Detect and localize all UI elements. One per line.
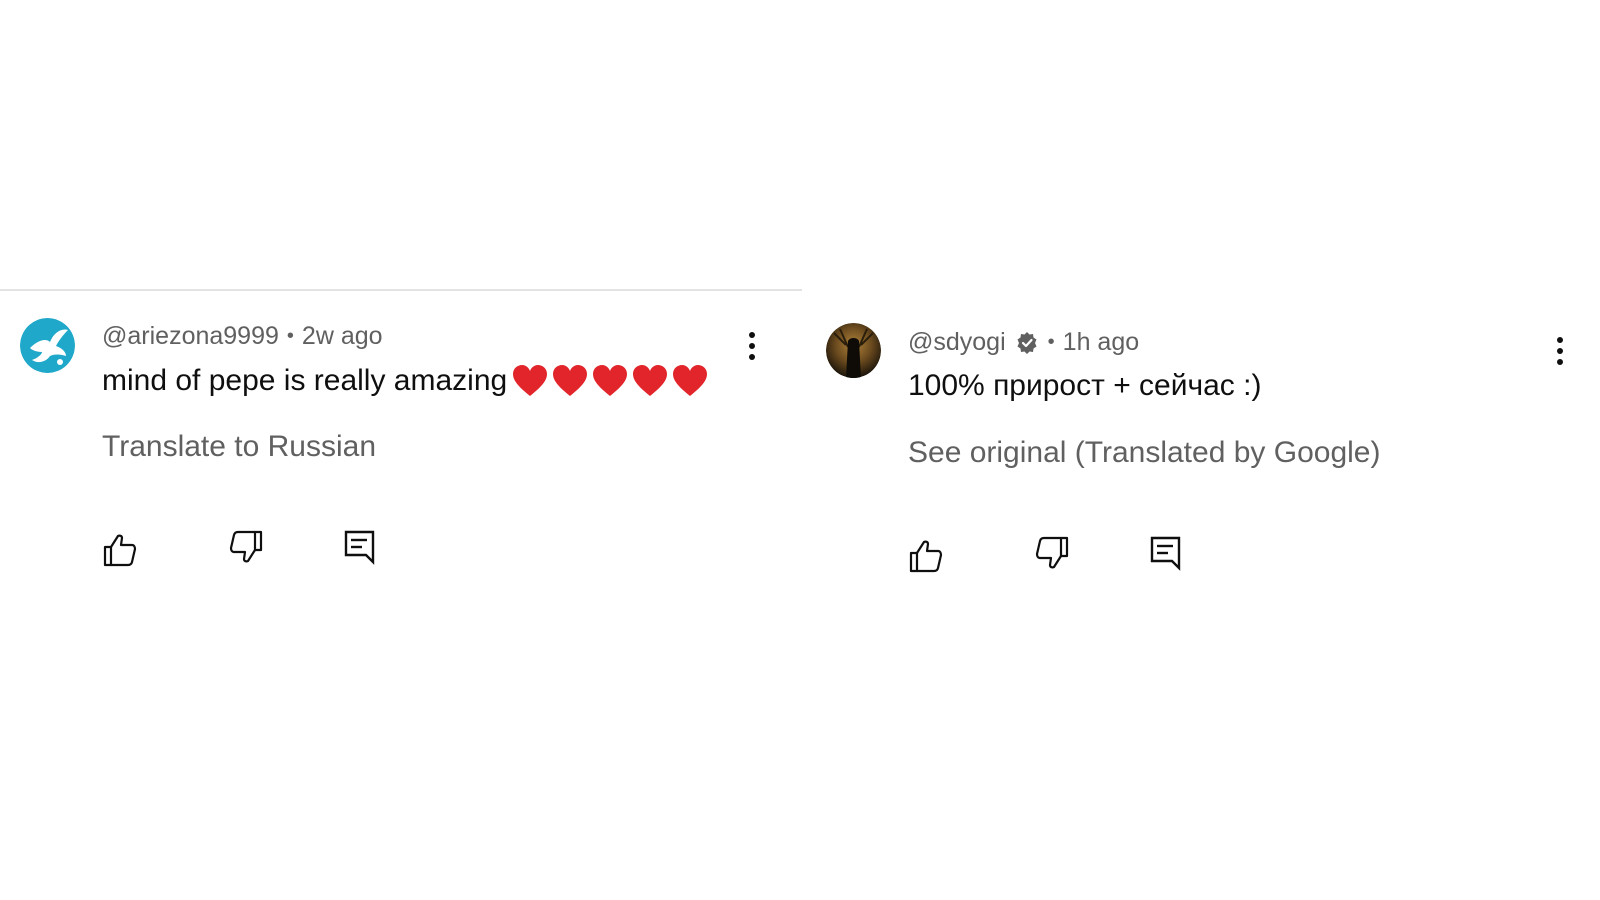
- see-original-link[interactable]: See original (Translated by Google): [908, 436, 1380, 470]
- dark-photo-avatar: [826, 323, 881, 378]
- dislike-button[interactable]: [1034, 535, 1070, 571]
- heart-icon: [513, 365, 548, 396]
- more-vert-icon: [749, 332, 755, 360]
- verified-gear-icon: [1014, 330, 1040, 356]
- timestamp[interactable]: 1h ago: [1063, 328, 1139, 357]
- like-button[interactable]: [102, 532, 138, 568]
- comment-actions: [102, 529, 402, 572]
- dislike-button[interactable]: [228, 529, 264, 565]
- comment-text: 100% прирост + сейчас :): [908, 369, 1261, 403]
- more-options-button[interactable]: [1550, 333, 1570, 373]
- avatar[interactable]: [826, 323, 881, 378]
- comment-reply-icon: [1150, 536, 1181, 571]
- comment-text-content: 100% прирост + сейчас :): [908, 369, 1262, 402]
- comment-actions: [908, 535, 1208, 578]
- divider: [0, 289, 802, 291]
- heart-icon: [593, 365, 628, 396]
- heart-icon: [553, 365, 588, 396]
- comments-page: @ariezona9999 • 2w ago mind of pepe is r…: [0, 0, 1600, 900]
- more-vert-icon: [1557, 337, 1563, 365]
- comment-meta: @sdyogi • 1h ago: [908, 328, 1139, 357]
- thumbs-down-icon: [1035, 536, 1069, 569]
- comment-text-content: mind of pepe is really amazing: [102, 364, 508, 397]
- comment-card: @ariezona9999 • 2w ago mind of pepe is r…: [0, 300, 780, 600]
- reply-button[interactable]: [342, 529, 378, 565]
- separator-dot: •: [286, 325, 294, 347]
- timestamp[interactable]: 2w ago: [302, 322, 383, 351]
- heart-icon: [633, 365, 668, 396]
- comment-text: mind of pepe is really amazing: [102, 363, 709, 399]
- like-button[interactable]: [908, 538, 944, 574]
- heart-icon: [673, 365, 708, 396]
- author-name[interactable]: @sdyogi: [908, 328, 1006, 357]
- avatar[interactable]: [20, 318, 75, 373]
- translate-link[interactable]: Translate to Russian: [102, 430, 376, 464]
- separator-dot: •: [1047, 331, 1055, 353]
- comment-reply-icon: [344, 530, 375, 565]
- thumbs-up-icon: [909, 540, 943, 573]
- thumbs-down-icon: [229, 530, 263, 563]
- comment-card: @sdyogi • 1h ago 100% прирост + сейчас :…: [806, 306, 1586, 606]
- reply-button[interactable]: [1148, 535, 1184, 571]
- comment-meta: @ariezona9999 • 2w ago: [102, 322, 383, 351]
- thumbs-up-icon: [103, 534, 137, 567]
- author-name[interactable]: @ariezona9999: [102, 322, 279, 351]
- heart-emojis: [511, 363, 709, 399]
- dove-icon: [20, 318, 75, 373]
- more-options-button[interactable]: [742, 328, 762, 368]
